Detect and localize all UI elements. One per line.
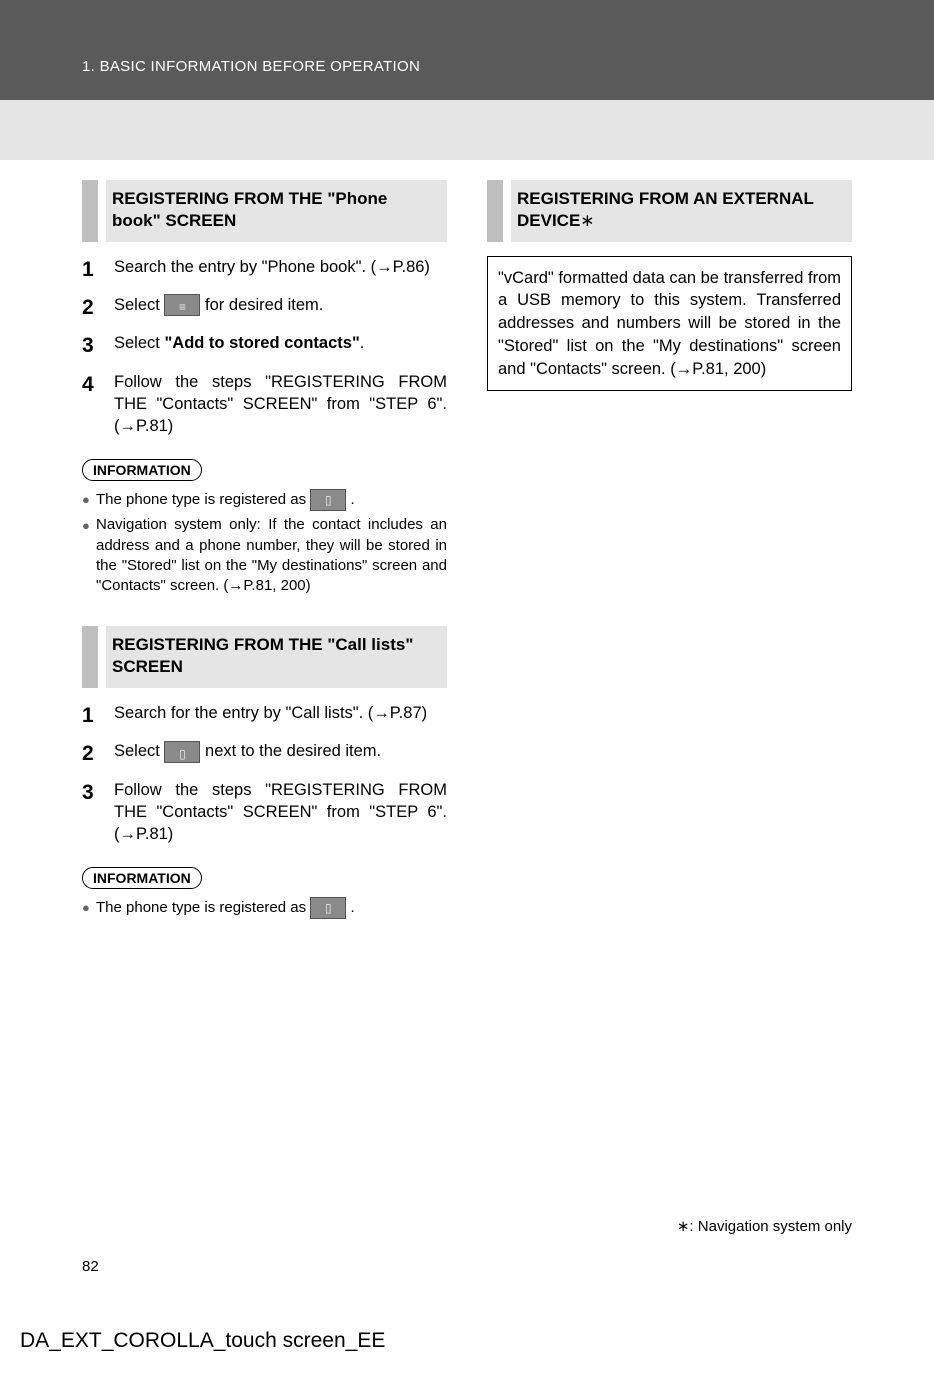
bullet-text: . <box>350 491 354 508</box>
info-bullet: ● The phone type is registered as ▯ . <box>82 897 447 919</box>
info-bullet: ● Navigation system only: If the contact… <box>82 515 447 596</box>
bullet-icon: ● <box>82 489 96 511</box>
step-number: 1 <box>82 256 114 284</box>
bullet-body: The phone type is registered as ▯ . <box>96 489 447 511</box>
page-content: REGISTERING FROM THE "Phone book" SCREEN… <box>0 160 934 923</box>
bullet-text: The phone type is registered as <box>96 491 310 508</box>
footer-filename: DA_EXT_COROLLA_touch screen_EE <box>20 1329 385 1353</box>
header-spacer <box>0 100 934 160</box>
bullet-body: Navigation system only: If the contact i… <box>96 515 447 596</box>
step-row: 3 Follow the steps "REGISTERING FROM THE… <box>82 779 447 846</box>
columns: REGISTERING FROM THE "Phone book" SCREEN… <box>82 160 852 923</box>
heading-text: REGISTERING FROM THE "Phone book" SCREEN <box>106 180 447 242</box>
step-body: Follow the steps "REGISTERING FROM THE "… <box>114 371 447 438</box>
information-badge: INFORMATION <box>82 459 202 481</box>
info-bullet: ● The phone type is registered as ▯ . <box>82 489 447 511</box>
step-text: Select <box>114 334 164 352</box>
step-row: 2 Select ≡ for desired item. <box>82 294 447 322</box>
step-number: 3 <box>82 332 114 360</box>
step-body: Follow the steps "REGISTERING FROM THE "… <box>114 779 447 846</box>
heading-text: REGISTERING FROM AN EXTERNAL DEVICE∗ <box>511 180 852 242</box>
step-number: 2 <box>82 740 114 768</box>
page-header: 1. BASIC INFORMATION BEFORE OPERATION <box>0 0 934 100</box>
step-row: 1 Search for the entry by "Call lists". … <box>82 702 447 730</box>
phone-type-icon: ▯ <box>310 489 346 511</box>
step-row: 4 Follow the steps "REGISTERING FROM THE… <box>82 371 447 438</box>
step-text: next to the desired item. <box>205 742 381 760</box>
heading-accent-bar <box>487 180 503 242</box>
step-body: Select "Add to stored contacts". <box>114 332 447 360</box>
step-number: 3 <box>82 779 114 846</box>
info-box: "vCard" formatted data can be transferre… <box>487 256 852 392</box>
left-column: REGISTERING FROM THE "Phone book" SCREEN… <box>82 180 447 923</box>
step-text: Select <box>114 742 164 760</box>
heading-text: REGISTERING FROM THE "Call lists" SCREEN <box>106 626 447 688</box>
detail-icon: ▯ <box>164 741 200 763</box>
step-text: Select <box>114 296 164 314</box>
spacer <box>82 600 447 626</box>
bullet-icon: ● <box>82 515 96 596</box>
step-body: Select ▯ next to the desired item. <box>114 740 447 768</box>
step-number: 4 <box>82 371 114 438</box>
step-text: for desired item. <box>205 296 323 314</box>
step-number: 1 <box>82 702 114 730</box>
bullet-icon: ● <box>82 897 96 919</box>
heading-text-main: REGISTERING FROM AN EXTERNAL DEVICE <box>517 189 814 230</box>
step-number: 2 <box>82 294 114 322</box>
step-text: . <box>360 334 365 352</box>
step-row: 1 Search the entry by "Phone book". (→P.… <box>82 256 447 284</box>
section-heading-external: REGISTERING FROM AN EXTERNAL DEVICE∗ <box>487 180 852 242</box>
heading-asterisk: ∗ <box>580 211 594 230</box>
step-body: Search the entry by "Phone book". (→P.86… <box>114 256 447 284</box>
step-body: Select ≡ for desired item. <box>114 294 447 322</box>
section-heading-phonebook: REGISTERING FROM THE "Phone book" SCREEN <box>82 180 447 242</box>
phone-type-icon: ▯ <box>310 897 346 919</box>
step-body: Search for the entry by "Call lists". (→… <box>114 702 447 730</box>
section-heading-calllists: REGISTERING FROM THE "Call lists" SCREEN <box>82 626 447 688</box>
options-icon: ≡ <box>164 294 200 316</box>
bullet-body: The phone type is registered as ▯ . <box>96 897 447 919</box>
heading-accent-bar <box>82 626 98 688</box>
bullet-text: . <box>350 899 354 916</box>
step-row: 3 Select "Add to stored contacts". <box>82 332 447 360</box>
right-column: REGISTERING FROM AN EXTERNAL DEVICE∗ "vC… <box>487 180 852 923</box>
page-number: 82 <box>82 1258 99 1275</box>
breadcrumb: 1. BASIC INFORMATION BEFORE OPERATION <box>82 58 420 75</box>
heading-accent-bar <box>82 180 98 242</box>
step-text-bold: "Add to stored contacts" <box>164 334 359 352</box>
footnote: ∗: Navigation system only <box>677 1217 852 1235</box>
step-row: 2 Select ▯ next to the desired item. <box>82 740 447 768</box>
information-badge: INFORMATION <box>82 867 202 889</box>
bullet-text: The phone type is registered as <box>96 899 310 916</box>
